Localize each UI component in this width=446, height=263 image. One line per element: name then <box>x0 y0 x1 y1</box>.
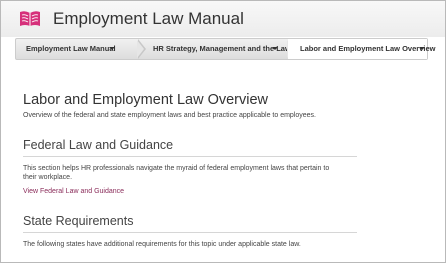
open-book-icon <box>20 11 40 26</box>
breadcrumb-label: Labor and Employment Law Overview <box>300 44 436 53</box>
chevron-down-icon <box>109 47 115 50</box>
breadcrumb-label: HR Strategy, Management and the Law <box>153 44 291 53</box>
section-title-federal: Federal Law and Guidance <box>23 138 174 152</box>
section-text-federal: This section helps HR professionals navi… <box>23 165 330 181</box>
breadcrumb-label: Employment Law Manual <box>26 44 116 53</box>
section-text-state: The following states have additional req… <box>23 241 301 248</box>
section-title-state: State Requirements <box>23 214 134 228</box>
page-subtitle: Overview of the federal and state employ… <box>23 112 316 119</box>
breadcrumb: Employment Law Manual HR Strategy, Manag… <box>15 38 435 60</box>
breadcrumb-item-hr-strategy[interactable]: HR Strategy, Management and the Law <box>138 39 296 59</box>
chevron-down-icon <box>419 47 425 50</box>
app-window: Employment Law Manual Employment Law Man… <box>0 0 446 263</box>
breadcrumb-item-current[interactable]: Labor and Employment Law Overview <box>288 39 435 59</box>
view-federal-law-link[interactable]: View Federal Law and Guidance <box>23 187 124 196</box>
section-divider <box>23 156 357 157</box>
section-divider <box>23 232 357 233</box>
chevron-down-icon <box>272 47 278 50</box>
page-title: Labor and Employment Law Overview <box>23 92 269 108</box>
breadcrumb-item-employment-law-manual[interactable]: Employment Law Manual <box>16 39 146 59</box>
app-title: Employment Law Manual <box>53 9 244 28</box>
app-header: Employment Law Manual <box>1 1 445 37</box>
